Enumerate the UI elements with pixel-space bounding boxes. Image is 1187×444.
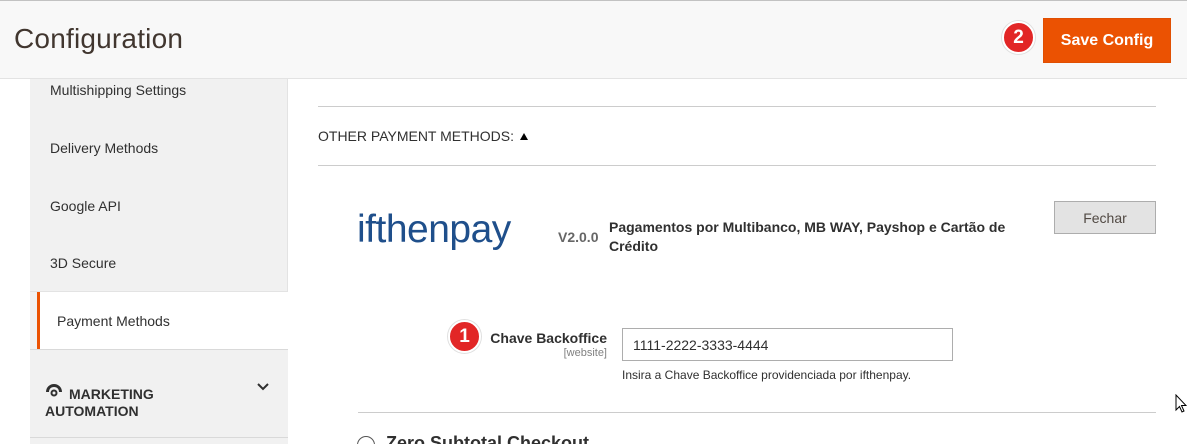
group-title: OTHER PAYMENT METHODS: [318,128,515,144]
backoffice-key-scope: [website] [563,347,607,359]
section-divider-group [318,165,1156,166]
plugin-description: Pagamentos por Multibanco, MB WAY, Paysh… [609,219,1006,254]
zero-subtotal-checkout-title[interactable]: Zero Subtotal Checkout [386,433,589,444]
sidebar-item-google-api[interactable]: Google API [30,177,288,235]
close-button[interactable]: Fechar [1054,201,1156,234]
sidebar-section-marketing-automation[interactable]: MARKETING AUTOMATION [30,349,288,437]
other-payment-methods-toggle[interactable]: OTHER PAYMENT METHODS: [318,128,529,144]
plugin-version: V2.0.0 [558,229,599,245]
mouse-pointer-icon [1175,394,1187,413]
page-title: Configuration [14,23,184,54]
sidebar-item-3d-secure[interactable]: 3D Secure [30,234,288,292]
svg-text:ifthenpay: ifthenpay [357,208,512,251]
section-divider-top [318,106,1156,107]
sidebar-item-multishipping-settings[interactable]: Multishipping Settings [30,61,288,119]
ifthenpay-logo: ifthenpay [357,208,512,251]
sidebar-item-delivery-methods[interactable]: Delivery Methods [30,119,288,177]
sidebar-item-payment-methods[interactable]: Payment Methods [37,292,288,350]
sidebar-bottom-divider [30,437,288,444]
backoffice-key-note: Insira a Chave Backoffice providenciada … [622,368,912,382]
annotation-badge-2: 2 [1002,21,1035,54]
section-divider-bottom [358,412,1156,413]
backoffice-key-label: Chave Backoffice [490,330,607,346]
zero-subtotal-radio[interactable] [357,436,375,444]
annotation-badge-1: 1 [448,320,481,353]
config-sidebar: Multishipping Settings Delivery Methods … [30,79,288,444]
collapse-triangle-icon [520,133,529,140]
save-config-button[interactable]: Save Config [1043,18,1171,63]
sidebar-section-title: MARKETING AUTOMATION [45,386,154,419]
backoffice-key-input[interactable] [622,328,953,361]
chevron-down-icon[interactable] [256,380,270,394]
